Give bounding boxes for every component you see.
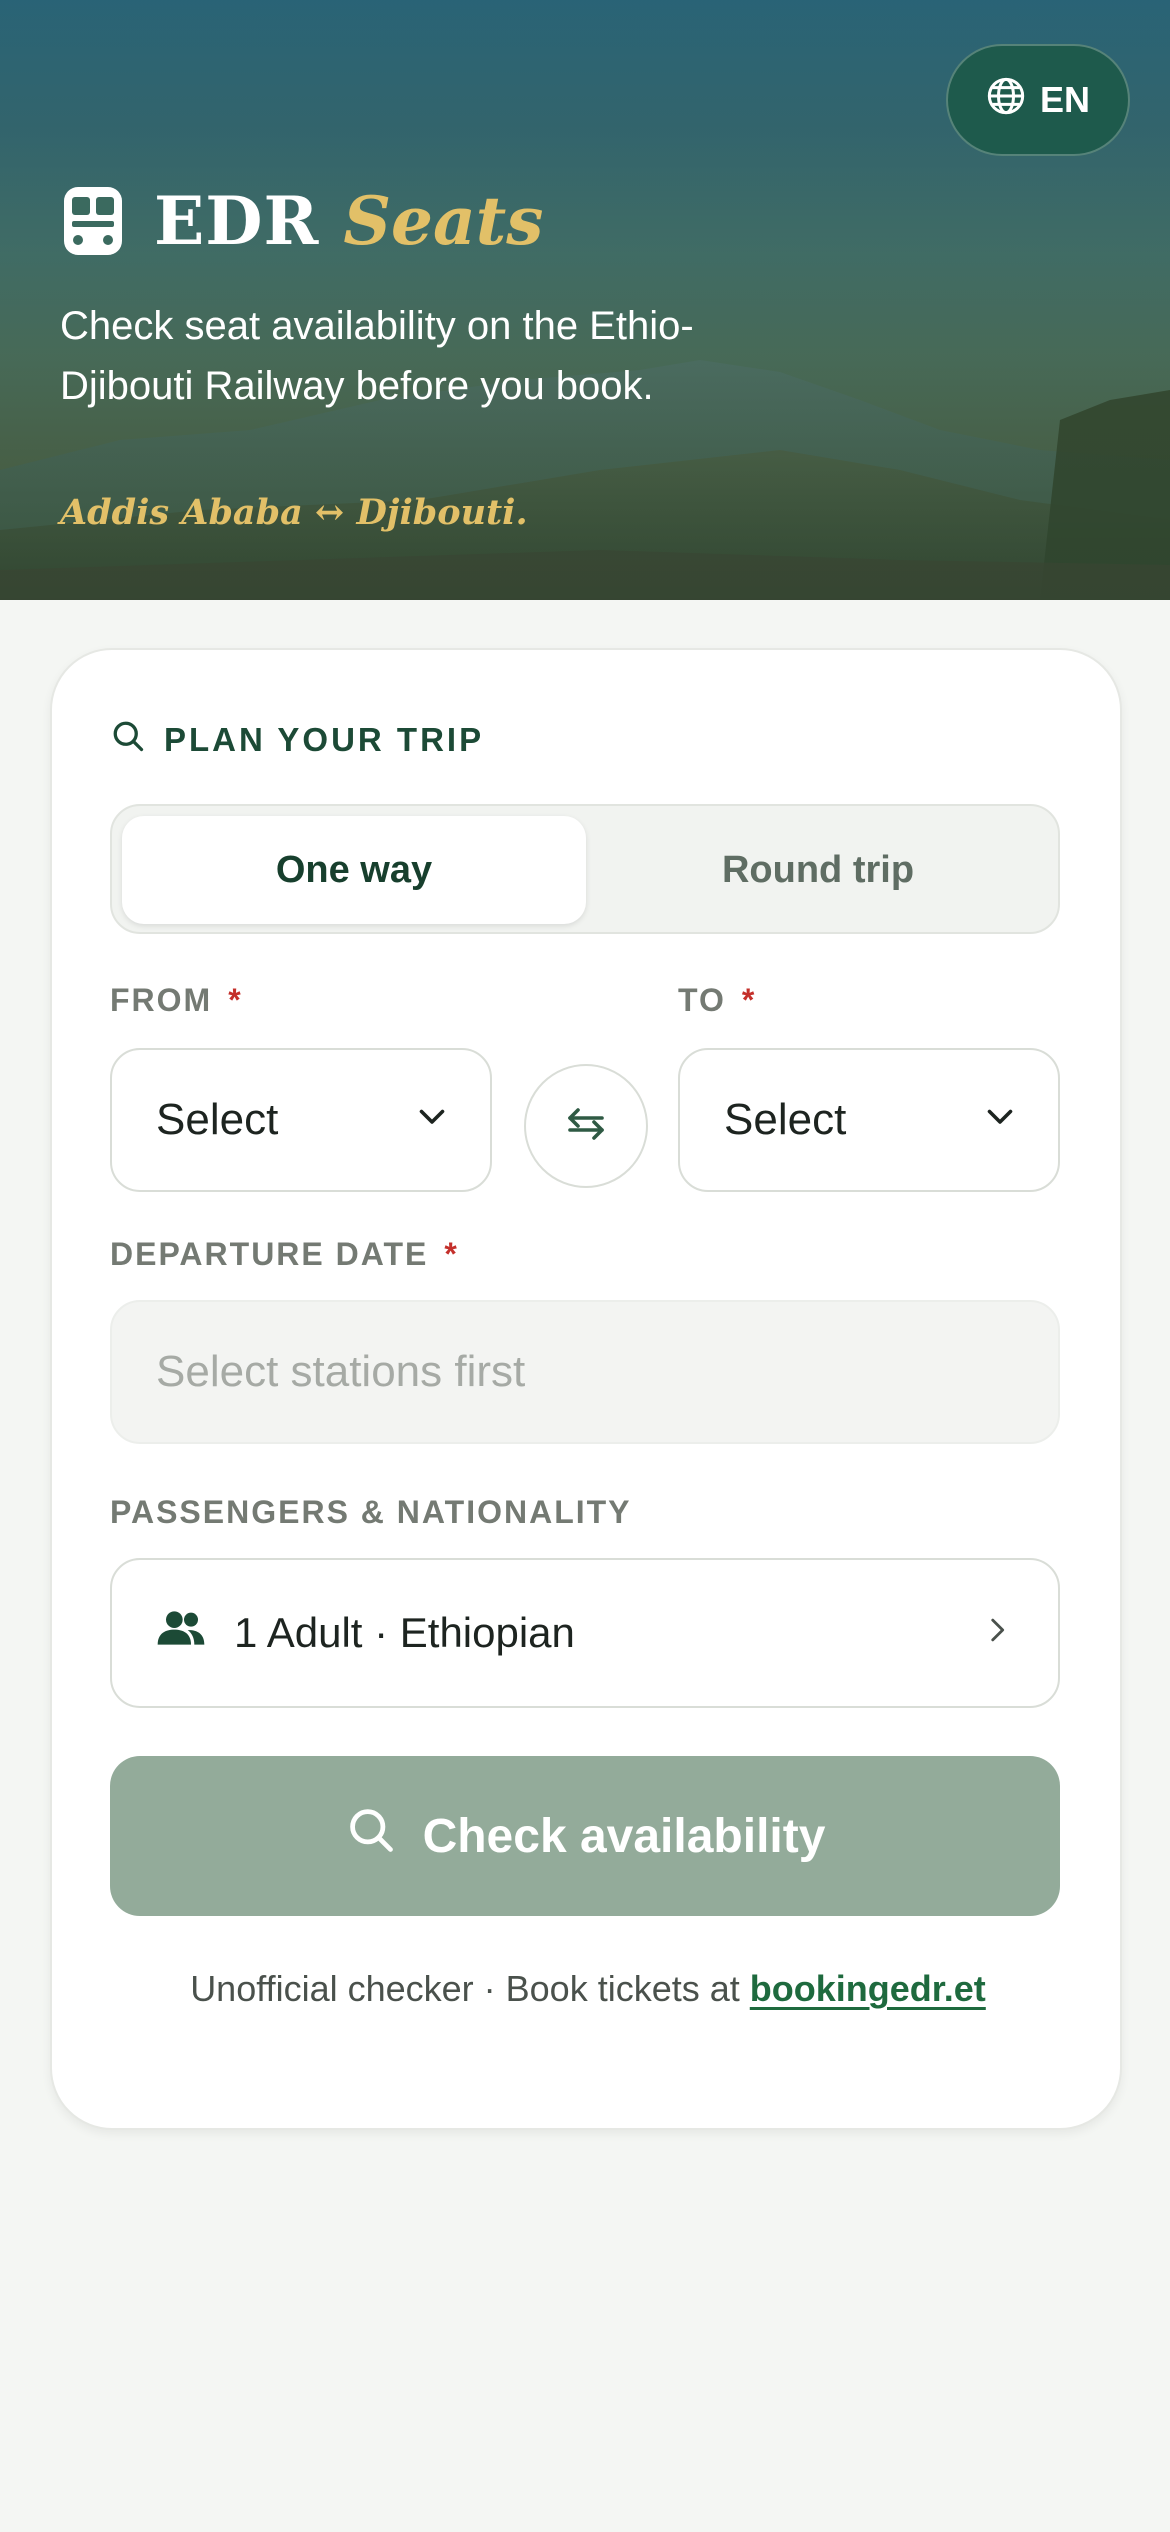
passengers-value: 1 Adult · Ethiopian — [234, 1609, 575, 1656]
brand-name-secondary: Seats — [343, 182, 544, 260]
from-label: FROM * — [110, 982, 243, 1019]
footer-text: Unofficial checker · Book tickets at — [190, 1968, 740, 2009]
passengers-selector[interactable]: 1 Adult · Ethiopian — [110, 1558, 1060, 1708]
check-availability-label: Check availability — [422, 1809, 826, 1863]
check-availability-button[interactable]: Check availability — [110, 1756, 1060, 1916]
tagline: Check seat availability on the Ethio-Dji… — [60, 304, 694, 408]
departure-date-label-text: DEPARTURE DATE — [110, 1236, 429, 1272]
required-marker: * — [741, 982, 757, 1018]
section-title: PLAN YOUR TRIP — [110, 718, 484, 762]
route-caption: Addis Ababa ↔ Djibouti. — [60, 492, 528, 533]
footer-note: Unofficial checker · Book tickets at boo… — [52, 1968, 1124, 2010]
booking-site-link[interactable]: bookingedr.et — [750, 1968, 986, 2009]
search-icon — [345, 1804, 397, 1868]
passengers-label: PASSENGERS & NATIONALITY — [110, 1494, 632, 1530]
hero-banner: EN EDR Seats Check seat availability on t… — [0, 0, 1170, 600]
language-label: EN — [1039, 79, 1090, 120]
train-icon — [62, 185, 124, 257]
to-station-value: Select — [724, 1095, 847, 1144]
from-label-text: FROM — [110, 982, 213, 1018]
swap-stations-button[interactable] — [524, 1064, 648, 1188]
brand-logo: EDR Seats — [62, 182, 543, 260]
required-marker: * — [228, 982, 243, 1018]
to-label-text: TO — [678, 982, 726, 1018]
chevron-right-icon — [980, 1609, 1014, 1657]
departure-date-label: DEPARTURE DATE * — [110, 1236, 459, 1273]
to-station-select[interactable]: Select — [678, 1048, 1060, 1192]
swap-arrows-icon — [562, 1100, 610, 1153]
trip-type-toggle: One way Round trip — [110, 804, 1060, 934]
departure-date-field[interactable]: Select stations first — [110, 1300, 1060, 1444]
to-label: TO * — [678, 982, 756, 1019]
chevron-down-icon — [414, 1095, 450, 1145]
chevron-down-icon — [982, 1095, 1018, 1145]
globe-icon — [986, 76, 1026, 125]
from-station-select[interactable]: Select — [110, 1048, 492, 1192]
language-switcher-button[interactable]: EN — [946, 44, 1130, 156]
section-title-label: PLAN YOUR TRIP — [164, 721, 485, 758]
brand-name-primary: EDR — [154, 182, 320, 260]
trip-type-round-trip[interactable]: Round trip — [586, 816, 1050, 924]
from-station-value: Select — [156, 1095, 279, 1144]
trip-type-one-way[interactable]: One way — [122, 816, 586, 924]
search-icon — [110, 718, 146, 762]
required-marker: * — [444, 1236, 459, 1272]
departure-date-placeholder: Select stations first — [156, 1347, 526, 1396]
users-icon — [156, 1608, 206, 1658]
trip-search-card: PLAN YOUR TRIP One way Round trip FROM * … — [50, 648, 1122, 2130]
